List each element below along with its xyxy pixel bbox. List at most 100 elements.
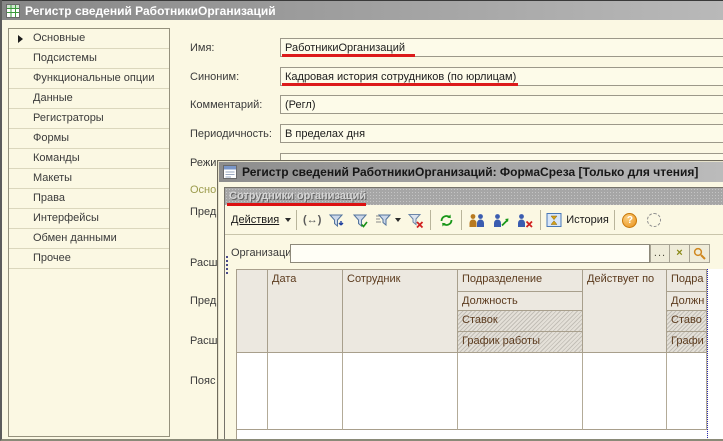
child-window-titlebar[interactable]: Регистр сведений РаботникиОрганизаций: Ф… bbox=[219, 162, 723, 182]
column-header-position[interactable]: Должность bbox=[458, 292, 583, 311]
records-table: Дата Сотрудник Подразделение Должность С… bbox=[236, 269, 707, 441]
organization-lookup-button[interactable]: ... bbox=[650, 244, 670, 263]
form-icon bbox=[223, 165, 237, 179]
filter-icon bbox=[328, 212, 345, 229]
table-empty-area[interactable] bbox=[237, 430, 707, 441]
sidebar-item-interfeysy[interactable]: Интерфейсы bbox=[9, 209, 169, 229]
clipped-label-pred1: Пред bbox=[190, 206, 216, 218]
organization-input[interactable] bbox=[290, 244, 650, 263]
filter-menu-icon bbox=[374, 212, 391, 229]
sidebar-item-label: Права bbox=[33, 192, 65, 204]
column-header-rate-clipped[interactable]: Ставо bbox=[667, 311, 707, 332]
refresh-button[interactable] bbox=[434, 209, 458, 231]
set-interval-icon: (↔) bbox=[303, 214, 321, 226]
sidebar-item-makety[interactable]: Макеты bbox=[9, 169, 169, 189]
sidebar-item-label: Команды bbox=[33, 152, 80, 164]
column-header-schedule[interactable]: График работы bbox=[458, 332, 583, 353]
column-header-schedule-clipped[interactable]: Графи bbox=[667, 332, 707, 353]
column-header-date[interactable]: Дата bbox=[268, 270, 343, 353]
filter-clear-button[interactable] bbox=[403, 209, 427, 231]
sidebar-item-formy[interactable]: Формы bbox=[9, 129, 169, 149]
table-cell[interactable] bbox=[458, 353, 583, 430]
actions-menu-button[interactable]: Действия bbox=[229, 209, 293, 231]
sidebar-item-prava[interactable]: Права bbox=[9, 189, 169, 209]
organization-label: Организация: bbox=[227, 247, 290, 259]
selection-mode-button[interactable] bbox=[642, 209, 666, 231]
sidebar-item-prochee[interactable]: Прочее bbox=[9, 249, 169, 269]
history-button[interactable]: История bbox=[544, 209, 611, 231]
table-cell[interactable] bbox=[583, 353, 667, 430]
table-right-area bbox=[708, 269, 723, 441]
selection-border bbox=[707, 269, 708, 441]
sidebar-item-label: Формы bbox=[33, 132, 69, 144]
sidebar-item-label: Обмен данными bbox=[33, 232, 117, 244]
person-promote-button[interactable] bbox=[489, 209, 513, 231]
table-cell[interactable] bbox=[237, 353, 268, 430]
column-header-employee[interactable]: Сотрудник bbox=[343, 270, 458, 353]
sidebar-item-label: Подсистемы bbox=[33, 52, 97, 64]
help-button[interactable]: ? bbox=[618, 209, 642, 231]
table-cell[interactable] bbox=[343, 353, 458, 430]
person-promote-icon bbox=[492, 212, 510, 229]
people-button[interactable] bbox=[465, 209, 489, 231]
help-icon: ? bbox=[622, 213, 637, 228]
toolbar-separator bbox=[461, 210, 462, 230]
selection-marquee-icon bbox=[647, 213, 661, 227]
sidebar-item-label: Прочее bbox=[33, 252, 71, 264]
name-red-underline bbox=[282, 54, 415, 57]
column-header-department[interactable]: Подразделение bbox=[458, 270, 583, 292]
column-header-valid-until[interactable]: Действует по bbox=[583, 270, 667, 353]
write-mode-label-clipped: Режи bbox=[190, 157, 216, 169]
organization-row: Организация: ... × bbox=[227, 240, 723, 266]
sidebar-item-funkcionalnye-opcii[interactable]: Функциональные опции bbox=[9, 69, 169, 89]
person-remove-button[interactable] bbox=[513, 209, 537, 231]
selection-dots bbox=[226, 256, 228, 274]
table-cell[interactable] bbox=[268, 353, 343, 430]
synonym-red-underline bbox=[282, 83, 518, 86]
clipped-label-pred2: Пред bbox=[190, 295, 216, 307]
sidebar-item-label: Регистраторы bbox=[33, 112, 104, 124]
main-window-titlebar[interactable]: Регистр сведений РаботникиОрганизаций bbox=[2, 0, 723, 20]
filter-button[interactable] bbox=[324, 209, 348, 231]
history-label: История bbox=[566, 214, 609, 226]
selected-arrow-icon bbox=[18, 35, 23, 43]
periodicity-label: Периодичность: bbox=[190, 128, 272, 140]
sidebar-item-label: Данные bbox=[33, 92, 73, 104]
sidebar-item-label: Основные bbox=[33, 32, 85, 44]
app-root: Регистр сведений РаботникиОрганизаций Ос… bbox=[0, 0, 723, 441]
organization-clear-button[interactable]: × bbox=[670, 244, 690, 263]
column-header-rate[interactable]: Ставок bbox=[458, 311, 583, 332]
table-cell[interactable] bbox=[667, 353, 707, 430]
comment-input[interactable] bbox=[280, 95, 723, 114]
filter-settings-button[interactable] bbox=[372, 209, 403, 231]
sidebar-item-podsistemy[interactable]: Подсистемы bbox=[9, 49, 169, 69]
slice-form: Сотрудники организаций Действия (↔) bbox=[224, 187, 723, 441]
sidebar-item-osnovnye[interactable]: Основные bbox=[9, 29, 169, 49]
sidebar-item-komandy[interactable]: Команды bbox=[9, 149, 169, 169]
filter-by-value-button[interactable] bbox=[348, 209, 372, 231]
set-interval-button[interactable]: (↔) bbox=[300, 209, 324, 231]
toolbar-separator bbox=[540, 210, 541, 230]
sidebar-item-obmen-dannymi[interactable]: Обмен данными bbox=[9, 229, 169, 249]
history-icon bbox=[546, 212, 562, 228]
child-window-title: Регистр сведений РаботникиОрганизаций: Ф… bbox=[242, 165, 698, 179]
form-toolbar: Действия (↔) bbox=[225, 206, 723, 235]
child-window: Регистр сведений РаботникиОрганизаций: Ф… bbox=[217, 160, 723, 441]
periodicity-input[interactable] bbox=[280, 124, 723, 143]
clipped-label-rassh1: Расш bbox=[190, 257, 217, 269]
organization-search-button[interactable] bbox=[690, 244, 710, 263]
column-header-position-clipped[interactable]: Должн bbox=[667, 292, 707, 311]
sidebar-item-registratory[interactable]: Регистраторы bbox=[9, 109, 169, 129]
column-header-department-clipped[interactable]: Подра bbox=[667, 270, 707, 292]
sidebar-item-dannye[interactable]: Данные bbox=[9, 89, 169, 109]
sidebar-item-label: Функциональные опции bbox=[33, 72, 154, 84]
toolbar-separator bbox=[430, 210, 431, 230]
info-register-icon bbox=[6, 4, 20, 18]
filter-check-icon bbox=[352, 212, 369, 229]
comment-label: Комментарий: bbox=[190, 99, 262, 111]
name-label: Имя: bbox=[190, 42, 214, 54]
chevron-down-icon bbox=[285, 218, 291, 222]
sidebar-item-label: Интерфейсы bbox=[33, 212, 99, 224]
row-selector-header[interactable] bbox=[237, 270, 268, 353]
clipped-label-poyas: Пояс bbox=[190, 375, 215, 387]
